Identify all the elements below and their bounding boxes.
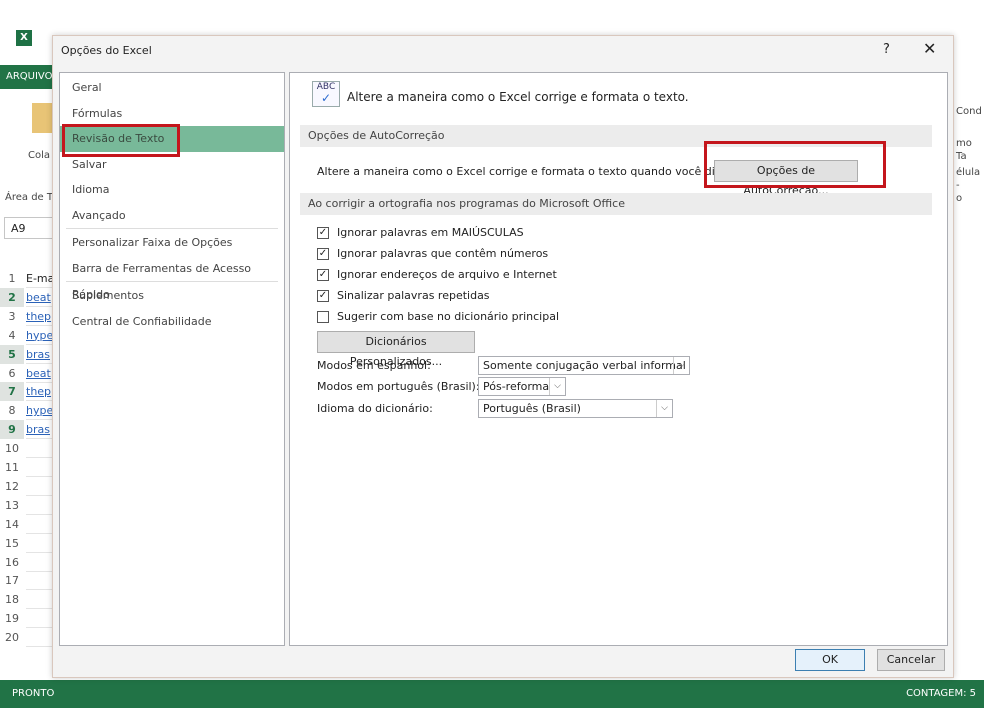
row-header[interactable]: 6: [0, 364, 24, 383]
nav-item[interactable]: Barra de Ferramentas de Acesso Rápido: [60, 256, 284, 301]
row-header[interactable]: 3: [0, 307, 24, 326]
divider: [66, 281, 278, 282]
checkbox[interactable]: ✓: [317, 268, 329, 281]
highlight-box: [704, 141, 886, 188]
nav-item[interactable]: Avançado: [60, 203, 284, 229]
nav-item[interactable]: Central de Confiabilidade: [60, 309, 284, 335]
highlight-box: [62, 124, 180, 157]
row-header[interactable]: 4: [0, 326, 24, 345]
nav-item[interactable]: Idioma: [60, 177, 284, 203]
row-header[interactable]: 20: [0, 628, 24, 647]
checkbox-option[interactable]: ✓ Ignorar endereços de arquivo e Internet: [317, 268, 557, 281]
portuguese-modes-value: Pós-reforma: [483, 380, 550, 393]
paste-label[interactable]: Cola: [28, 150, 50, 161]
status-bar: PRONTO CONTAGEM: 5: [0, 680, 984, 708]
checkbox-option[interactable]: ✓ Ignorar palavras em MAIÚSCULAS: [317, 226, 524, 239]
row-header[interactable]: 11: [0, 458, 24, 477]
chevron-down-icon[interactable]: ⌵: [549, 378, 565, 395]
spanish-modes-label: Modos em espanhol:: [317, 359, 431, 372]
custom-dictionaries-button[interactable]: Dicionários Personalizados...: [317, 331, 475, 368]
panel-header: Altere a maneira como o Excel corrige e …: [347, 90, 689, 104]
spelling-section-header: Ao corrigir a ortografia nos programas d…: [300, 193, 932, 215]
ribbon-item[interactable]: o: [956, 193, 962, 204]
paste-icon[interactable]: [32, 103, 54, 133]
excel-options-dialog: Opções do Excel ? ✕ Geral Fórmulas Revisão…: [52, 35, 954, 678]
row-header[interactable]: 12: [0, 477, 24, 496]
row-header[interactable]: 5: [0, 344, 24, 364]
ribbon-item[interactable]: mo Ta: [956, 138, 972, 162]
ok-button[interactable]: OK: [795, 649, 865, 671]
dialog-title: Opções do Excel: [61, 44, 152, 57]
dictionary-language-label: Idioma do dicionário:: [317, 402, 433, 415]
checkbox-option[interactable]: ✓ Sinalizar palavras repetidas: [317, 289, 490, 302]
abc-check-icon: ABC ✓: [312, 81, 340, 107]
checkbox[interactable]: ✓: [317, 247, 329, 260]
nav-item[interactable]: Personalizar Faixa de Opções: [60, 230, 284, 256]
options-nav: Geral Fórmulas Revisão de Texto Salvar Idiom…: [59, 72, 285, 646]
status-ready: PRONTO: [12, 688, 55, 699]
row-header[interactable]: 2: [0, 287, 24, 307]
dictionary-language-value: Português (Brasil): [483, 402, 581, 415]
nav-item[interactable]: Suplementos: [60, 283, 284, 309]
dictionary-language-select[interactable]: Português (Brasil) ⌵: [478, 399, 673, 418]
portuguese-modes-label: Modos em português (Brasil):: [317, 380, 480, 393]
row-header[interactable]: 1: [0, 269, 24, 288]
nav-item[interactable]: Geral: [60, 75, 284, 101]
row-header[interactable]: 10: [0, 439, 24, 458]
row-header[interactable]: 9: [0, 420, 24, 440]
spanish-modes-select[interactable]: Somente conjugação verbal informal ⌵: [478, 356, 690, 375]
checkbox-label: Ignorar palavras em MAIÚSCULAS: [337, 226, 524, 239]
checkbox-option[interactable]: ✓ Ignorar palavras que contêm números: [317, 247, 548, 260]
cancel-button[interactable]: Cancelar: [877, 649, 945, 671]
close-button[interactable]: ✕: [923, 39, 936, 58]
row-header[interactable]: 14: [0, 515, 24, 534]
help-button[interactable]: ?: [883, 42, 890, 57]
row-header[interactable]: 7: [0, 382, 24, 402]
autocorrect-description: Altere a maneira como o Excel corrige e …: [317, 165, 740, 178]
name-box[interactable]: A9: [4, 217, 54, 239]
row-header[interactable]: 17: [0, 571, 24, 590]
tab-arquivo[interactable]: ARQUIVO: [0, 65, 58, 89]
row-header[interactable]: 18: [0, 590, 24, 609]
row-header[interactable]: 19: [0, 609, 24, 628]
excel-logo-icon: X: [16, 30, 32, 46]
row-header[interactable]: 15: [0, 534, 24, 553]
row-header[interactable]: 13: [0, 496, 24, 515]
checkbox-label: Sugerir com base no dicionário principal: [337, 310, 560, 323]
checkbox-option[interactable]: Sugerir com base no dicionário principal: [317, 310, 559, 323]
chevron-down-icon[interactable]: ⌵: [656, 400, 672, 417]
checkbox-label: Ignorar palavras que contêm números: [337, 247, 549, 260]
clipboard-group-label: Área de T: [5, 192, 53, 203]
spanish-modes-value: Somente conjugação verbal informal: [483, 359, 686, 372]
ribbon-item[interactable]: élula -: [956, 167, 980, 191]
checkbox[interactable]: ✓: [317, 226, 329, 239]
status-count: CONTAGEM: 5: [906, 688, 976, 699]
chevron-down-icon[interactable]: ⌵: [673, 357, 689, 374]
row-header[interactable]: 16: [0, 553, 24, 572]
checkbox[interactable]: ✓: [317, 289, 329, 302]
row-header[interactable]: 8: [0, 401, 24, 420]
checkbox[interactable]: [317, 310, 329, 323]
divider: [66, 228, 278, 229]
portuguese-modes-select[interactable]: Pós-reforma ⌵: [478, 377, 566, 396]
checkbox-label: Ignorar endereços de arquivo e Internet: [337, 268, 557, 281]
checkbox-label: Sinalizar palavras repetidas: [337, 289, 490, 302]
ribbon-item[interactable]: Cond: [956, 106, 982, 117]
